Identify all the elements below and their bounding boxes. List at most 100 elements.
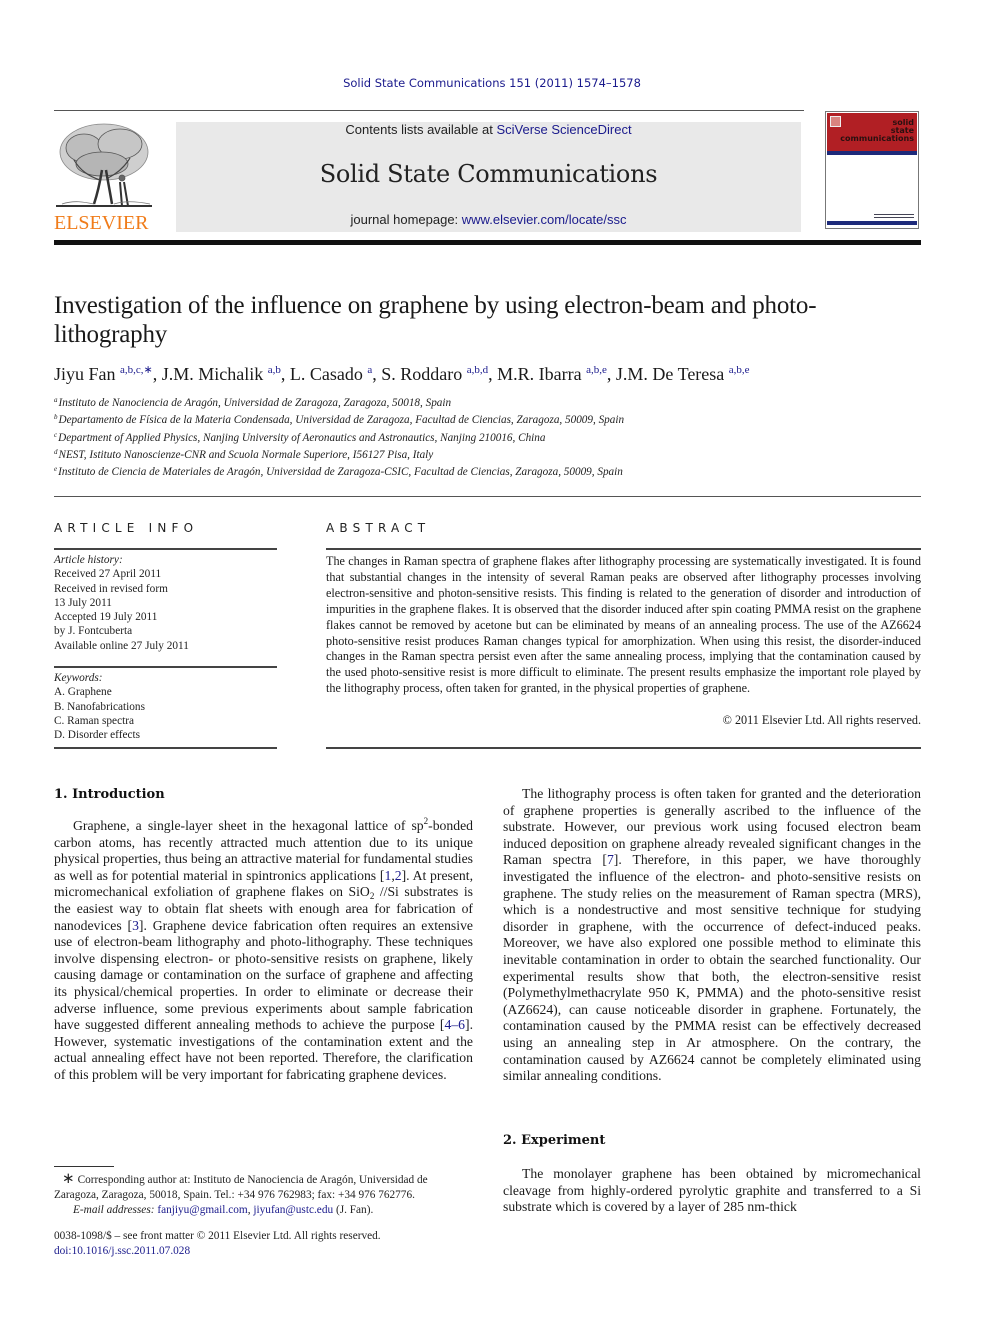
article-info-rule <box>54 666 277 668</box>
author-separator: , <box>488 364 498 384</box>
text-run: (J. Fan). <box>333 1204 374 1216</box>
abstract-heading: ABSTRACT <box>326 521 431 535</box>
author-affiliation-marks[interactable]: a,b,d <box>467 364 488 376</box>
reference-link[interactable]: 3 <box>132 918 139 933</box>
affiliation-rule <box>54 496 921 497</box>
front-matter: 0038-1098/$ – see front matter © 2011 El… <box>54 1229 474 1259</box>
affiliation-text: Departamento de Física de la Materia Con… <box>58 414 625 427</box>
author[interactable]: Jiyu Fan a,b,c,∗ <box>54 364 153 384</box>
affiliation: aInstituto de Nanociencia de Aragón, Uni… <box>54 397 934 414</box>
author-name[interactable]: L. Casado <box>290 364 363 384</box>
reference-link[interactable]: 4–6 <box>444 1017 465 1032</box>
footnote-rule <box>54 1166 114 1167</box>
history-entry: Received in revised form <box>54 582 168 595</box>
homepage-line: journal homepage: www.elsevier.com/locat… <box>176 212 801 227</box>
article-history: Article history: Received 27 April 2011 … <box>54 553 274 653</box>
author-name[interactable]: J.M. De Teresa <box>616 364 724 384</box>
homepage-label: journal homepage: <box>350 212 462 227</box>
history-entry: by J. Fontcuberta <box>54 625 133 638</box>
cover-fine-print <box>874 217 914 218</box>
article-info-heading: ARTICLE INFO <box>54 521 199 535</box>
author-affiliation-marks[interactable]: a,b <box>268 364 281 376</box>
keywords: Keywords: A. Graphene B. Nanofabrication… <box>54 671 274 742</box>
author-name[interactable]: J.M. Michalik <box>162 364 264 384</box>
corresponding-author-footnote: ∗ Corresponding author at: Instituto de N… <box>54 1172 474 1218</box>
affiliation-key: c <box>54 430 58 439</box>
reference-link[interactable]: 7 <box>607 852 614 867</box>
affiliation-key: a <box>54 396 58 404</box>
email-link[interactable]: fanjiyu@gmail.com <box>157 1204 247 1216</box>
abstract-copyright: © 2011 Elsevier Ltd. All rights reserved… <box>722 713 921 727</box>
author[interactable]: S. Roddaro a,b,d <box>381 364 488 384</box>
doi-link[interactable]: doi:10.1016/j.ssc.2011.07.028 <box>54 1245 190 1257</box>
text-run: ]. Therefore, in this paper, we have tho… <box>503 852 921 1084</box>
article-info-rule <box>54 747 277 749</box>
affiliation-text: Instituto de Nanociencia de Aragón, Univ… <box>58 397 452 409</box>
abstract-rule <box>326 548 921 550</box>
footnote-star: ∗ <box>62 1171 75 1187</box>
affiliation: cDepartment of Applied Physics, Nanjing … <box>54 430 934 449</box>
author-affiliation-marks[interactable]: a,b,e <box>586 364 607 376</box>
text-run: Graphene, a single-layer sheet in the he… <box>73 818 424 833</box>
footnote-text: Corresponding author at: Instituto de Na… <box>54 1174 428 1201</box>
section-heading-introduction: 1. Introduction <box>54 787 165 802</box>
cover-title: solid state communications <box>840 119 914 143</box>
article-history-label: Article history: <box>54 554 123 566</box>
text-run: ]. Graphene device fabrication often req… <box>54 917 473 1033</box>
elsevier-tree-icon <box>54 120 154 212</box>
footnote-emails: E-mail addresses: fanjiyu@gmail.com, jiy… <box>54 1203 474 1218</box>
abstract-rule <box>326 747 921 749</box>
article-title: Investigation of the influence on graphe… <box>54 292 817 348</box>
affiliation: eInstituto de Ciencia de Materiales de A… <box>54 466 934 483</box>
affiliation: bDepartamento de Física de la Materia Co… <box>54 414 934 431</box>
introduction-paragraph-2: The lithography process is often taken f… <box>503 786 921 1085</box>
journal-cover-thumbnail[interactable]: solid state communications <box>825 111 919 229</box>
cover-blue-footer <box>827 221 917 225</box>
history-entry: Accepted 19 July 2011 <box>54 611 158 624</box>
cover-blue-band <box>827 151 917 155</box>
author-name[interactable]: Jiyu Fan <box>54 364 116 384</box>
affiliation-text: NEST, Istituto Nanoscienze-CNR and Scuol… <box>58 448 434 461</box>
author-affiliation-marks[interactable]: a,b,e <box>729 364 750 376</box>
journal-banner: Contents lists available at SciVerse Sci… <box>176 122 801 232</box>
keyword: C. Raman spectra <box>54 714 134 727</box>
front-matter-text: 0038-1098/$ – see front matter © 2011 El… <box>54 1230 381 1242</box>
affiliation-key: d <box>54 447 58 456</box>
header-thick-rule <box>54 240 921 245</box>
journal-name: Solid State Communications <box>319 160 658 188</box>
author[interactable]: J.M. Michalik a,b <box>162 364 281 384</box>
author-separator: , <box>152 364 162 384</box>
author-separator: , <box>606 364 616 384</box>
header-rule <box>54 110 804 111</box>
sciencedirect-link[interactable]: SciVerse ScienceDirect <box>496 122 631 137</box>
author[interactable]: J.M. De Teresa a,b,e <box>616 364 750 384</box>
affiliation-list: aInstituto de Nanociencia de Aragón, Uni… <box>54 397 934 483</box>
keyword: A. Graphene <box>54 686 112 699</box>
author[interactable]: L. Casado a <box>290 364 372 384</box>
history-entry: Available online 27 July 2011 <box>54 639 189 652</box>
abstract-text: The changes in Raman spectra of graphene… <box>326 554 921 696</box>
footnote-corresponding: ∗ Corresponding author at: Instituto de N… <box>54 1172 474 1203</box>
contents-line: Contents lists available at SciVerse Sci… <box>176 122 801 138</box>
author-name[interactable]: M.R. Ibarra <box>497 364 581 384</box>
introduction-paragraph: Graphene, a single-layer sheet in the he… <box>54 817 473 1084</box>
author[interactable]: M.R. Ibarra a,b,e <box>497 364 607 384</box>
experiment-paragraph: The monolayer graphene has been obtained… <box>503 1166 921 1215</box>
journal-homepage-link[interactable]: www.elsevier.com/locate/ssc <box>462 212 627 227</box>
section-heading-experiment: 2. Experiment <box>503 1133 606 1148</box>
elsevier-wordmark: ELSEVIER <box>54 212 149 234</box>
reference-link[interactable]: 2 <box>395 868 402 883</box>
affiliation-key: b <box>54 413 58 422</box>
history-entry: 13 July 2011 <box>54 596 112 609</box>
author-separator: , <box>280 364 290 384</box>
affiliation: dNEST, Istituto Nanoscienze-CNR and Scuo… <box>54 447 934 466</box>
author-affiliation-marks[interactable]: a,b,c,∗ <box>120 364 153 376</box>
elsevier-logo[interactable]: ELSEVIER <box>54 120 154 235</box>
article-info-rule <box>54 548 277 550</box>
author-name[interactable]: S. Roddaro <box>381 364 462 384</box>
journal-citation-link[interactable]: Solid State Communications 151 (2011) 15… <box>0 76 984 90</box>
keyword: D. Disorder effects <box>54 729 141 742</box>
email-link[interactable]: jiyufan@ustc.edu <box>253 1204 333 1216</box>
affiliation-text: Department of Applied Physics, Nanjing U… <box>58 431 546 444</box>
cover-title-line: communications <box>840 134 914 143</box>
